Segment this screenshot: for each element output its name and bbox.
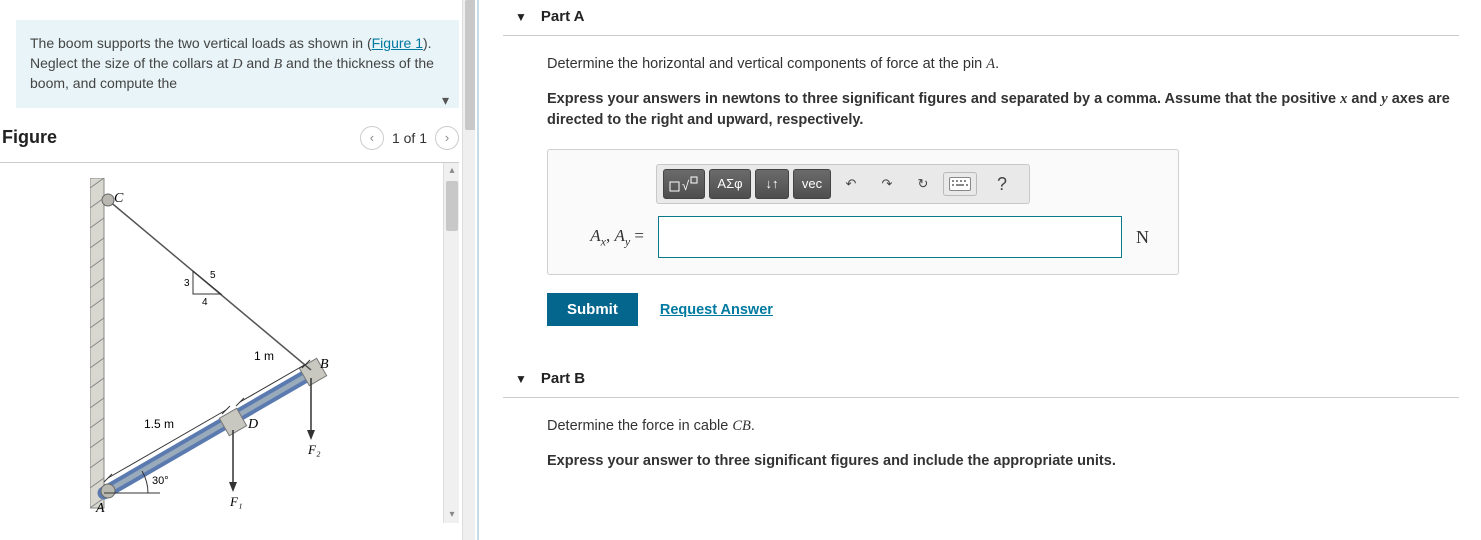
- subsup-button[interactable]: ↓↑: [755, 169, 789, 199]
- figure-title: Figure: [0, 127, 57, 148]
- svg-text:4: 4: [202, 297, 208, 308]
- answer-row: Ax, Ay = N: [566, 216, 1160, 258]
- pager-next-button[interactable]: ›: [435, 126, 459, 150]
- var-CB: CB: [732, 418, 751, 434]
- part-b-prompt: Determine the force in cable CB.: [547, 416, 1459, 437]
- problem-text: The boom supports the two vertical loads…: [30, 35, 372, 51]
- part-b-body: Determine the force in cable CB. Express…: [493, 416, 1469, 472]
- svg-text:1.5 m: 1.5 m: [144, 417, 174, 431]
- var-A: A: [986, 56, 995, 72]
- scroll-up-icon[interactable]: ▴: [444, 163, 459, 179]
- request-answer-link[interactable]: Request Answer: [660, 302, 773, 318]
- pager-label: 1 of 1: [392, 130, 427, 146]
- instr-text: and: [1347, 91, 1381, 107]
- keyboard-button[interactable]: [943, 172, 977, 196]
- scrollbar-thumb[interactable]: [446, 181, 458, 231]
- instr-text: Express your answers in newtons to three…: [547, 91, 1340, 107]
- var-D: D: [232, 57, 242, 72]
- figure-scrollbar[interactable]: ▴ ▾: [443, 163, 459, 523]
- label-Ay: A: [614, 226, 624, 245]
- divider: [503, 397, 1459, 398]
- part-a-prompt: Determine the horizontal and vertical co…: [547, 54, 1459, 75]
- var-B: B: [274, 57, 283, 72]
- left-pane: The boom supports the two vertical loads…: [0, 0, 475, 540]
- svg-text:F₁: F₁: [229, 494, 242, 509]
- svg-text:1 m: 1 m: [254, 349, 274, 363]
- caret-down-icon: ▼: [515, 10, 527, 24]
- figure-diagram: C B D A 1 m 1.5 m 30° F₁ F₂ 3 4 5: [90, 178, 370, 518]
- svg-text:30°: 30°: [152, 475, 169, 487]
- prompt-text: .: [995, 56, 999, 72]
- part-a-instructions: Express your answers in newtons to three…: [547, 89, 1459, 131]
- part-b-header[interactable]: ▼ Part B: [493, 362, 1469, 393]
- undo-button[interactable]: ↶: [835, 169, 867, 199]
- figure-viewport: C B D A 1 m 1.5 m 30° F₁ F₂ 3 4 5 ▴ ▾: [0, 163, 459, 523]
- part-a-body: Determine the horizontal and vertical co…: [493, 54, 1469, 275]
- part-b-title: Part B: [541, 370, 585, 387]
- svg-text:3: 3: [184, 278, 190, 289]
- part-a-header[interactable]: ▼ Part A: [493, 0, 1469, 31]
- svg-text:A: A: [95, 501, 105, 516]
- problem-text: and: [242, 55, 273, 71]
- chevron-down-icon[interactable]: ▾: [442, 92, 449, 109]
- submit-button[interactable]: Submit: [547, 293, 638, 326]
- svg-text:√: √: [682, 178, 690, 193]
- figure-header: Figure ‹ 1 of 1 ›: [0, 126, 459, 150]
- label-Ax: A: [590, 226, 600, 245]
- divider: [503, 35, 1459, 36]
- equation-toolbar: √ ΑΣφ ↓↑ vec ↶ ↷ ↻ ?: [656, 164, 1030, 204]
- scroll-down-icon[interactable]: ▾: [444, 507, 459, 523]
- figure-link[interactable]: Figure 1: [372, 35, 423, 51]
- label-eq: =: [630, 226, 644, 245]
- caret-down-icon: ▼: [515, 372, 527, 386]
- figure-pager: ‹ 1 of 1 ›: [360, 126, 459, 150]
- prompt-text: .: [751, 418, 755, 434]
- redo-button[interactable]: ↷: [871, 169, 903, 199]
- reset-button[interactable]: ↻: [907, 169, 939, 199]
- svg-text:B: B: [320, 357, 329, 372]
- answer-label: Ax, Ay =: [566, 224, 644, 251]
- right-pane: ▼ Part A Determine the horizontal and ve…: [481, 0, 1481, 540]
- pager-prev-button[interactable]: ‹: [360, 126, 384, 150]
- svg-text:D: D: [247, 417, 258, 432]
- prompt-text: Determine the horizontal and vertical co…: [547, 56, 986, 72]
- svg-text:5: 5: [210, 270, 216, 281]
- answer-input[interactable]: [658, 216, 1122, 258]
- answer-unit: N: [1136, 224, 1160, 250]
- pane-splitter[interactable]: [475, 0, 481, 540]
- svg-text:C: C: [114, 191, 124, 206]
- prompt-text: Determine the force in cable: [547, 418, 732, 434]
- templates-button[interactable]: √: [663, 169, 705, 199]
- part-b-instructions: Express your answer to three significant…: [547, 451, 1459, 472]
- submit-row: Submit Request Answer: [493, 293, 1469, 326]
- greek-button[interactable]: ΑΣφ: [709, 169, 751, 199]
- problem-statement: The boom supports the two vertical loads…: [16, 20, 459, 108]
- help-button[interactable]: ?: [981, 169, 1023, 199]
- part-a-title: Part A: [541, 8, 585, 25]
- vec-button[interactable]: vec: [793, 169, 831, 199]
- svg-text:F₂: F₂: [307, 442, 321, 457]
- answer-area: √ ΑΣφ ↓↑ vec ↶ ↷ ↻ ? Ax, Ay =: [547, 149, 1179, 275]
